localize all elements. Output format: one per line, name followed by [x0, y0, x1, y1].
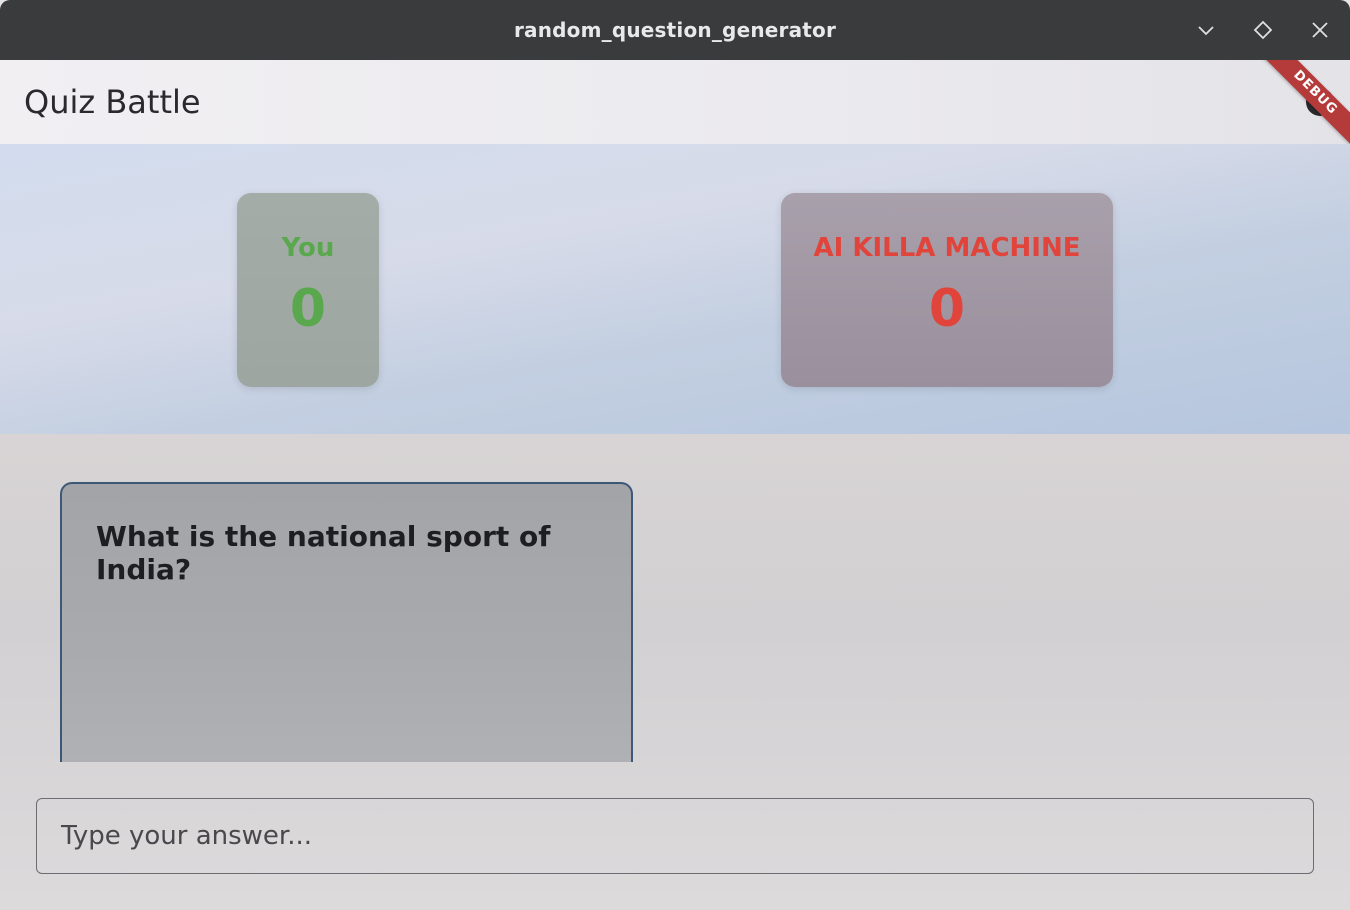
app-window: random_question_generator Quiz Battle DE…: [0, 0, 1350, 910]
opponent-name: AI KILLA MACHINE: [813, 233, 1081, 263]
opponent-score-card: AI KILLA MACHINE 0: [781, 193, 1113, 387]
chevron-down-icon: [1198, 26, 1214, 36]
diamond-icon: [1253, 20, 1273, 40]
question-text: What is the national sport of India?: [96, 520, 551, 586]
main-content: What is the national sport of India?: [0, 434, 1350, 910]
appbar-action-icon[interactable]: [1306, 88, 1334, 116]
close-button[interactable]: [1305, 15, 1335, 45]
scoreboard: You 0 AI KILLA MACHINE 0: [0, 144, 1350, 434]
page-title: Quiz Battle: [24, 83, 201, 121]
player-name: You: [281, 233, 335, 263]
window-title: random_question_generator: [513, 18, 837, 42]
maximize-button[interactable]: [1248, 15, 1278, 45]
question-card: What is the national sport of India?: [60, 482, 633, 762]
player-score: 0: [289, 279, 327, 339]
close-icon: [1312, 22, 1328, 38]
answer-input[interactable]: [36, 798, 1314, 874]
player-score-card: You 0: [237, 193, 379, 387]
title-bar[interactable]: random_question_generator: [0, 0, 1350, 60]
app-bar: Quiz Battle: [0, 60, 1350, 144]
opponent-score: 0: [928, 279, 966, 339]
minimize-button[interactable]: [1191, 15, 1221, 45]
